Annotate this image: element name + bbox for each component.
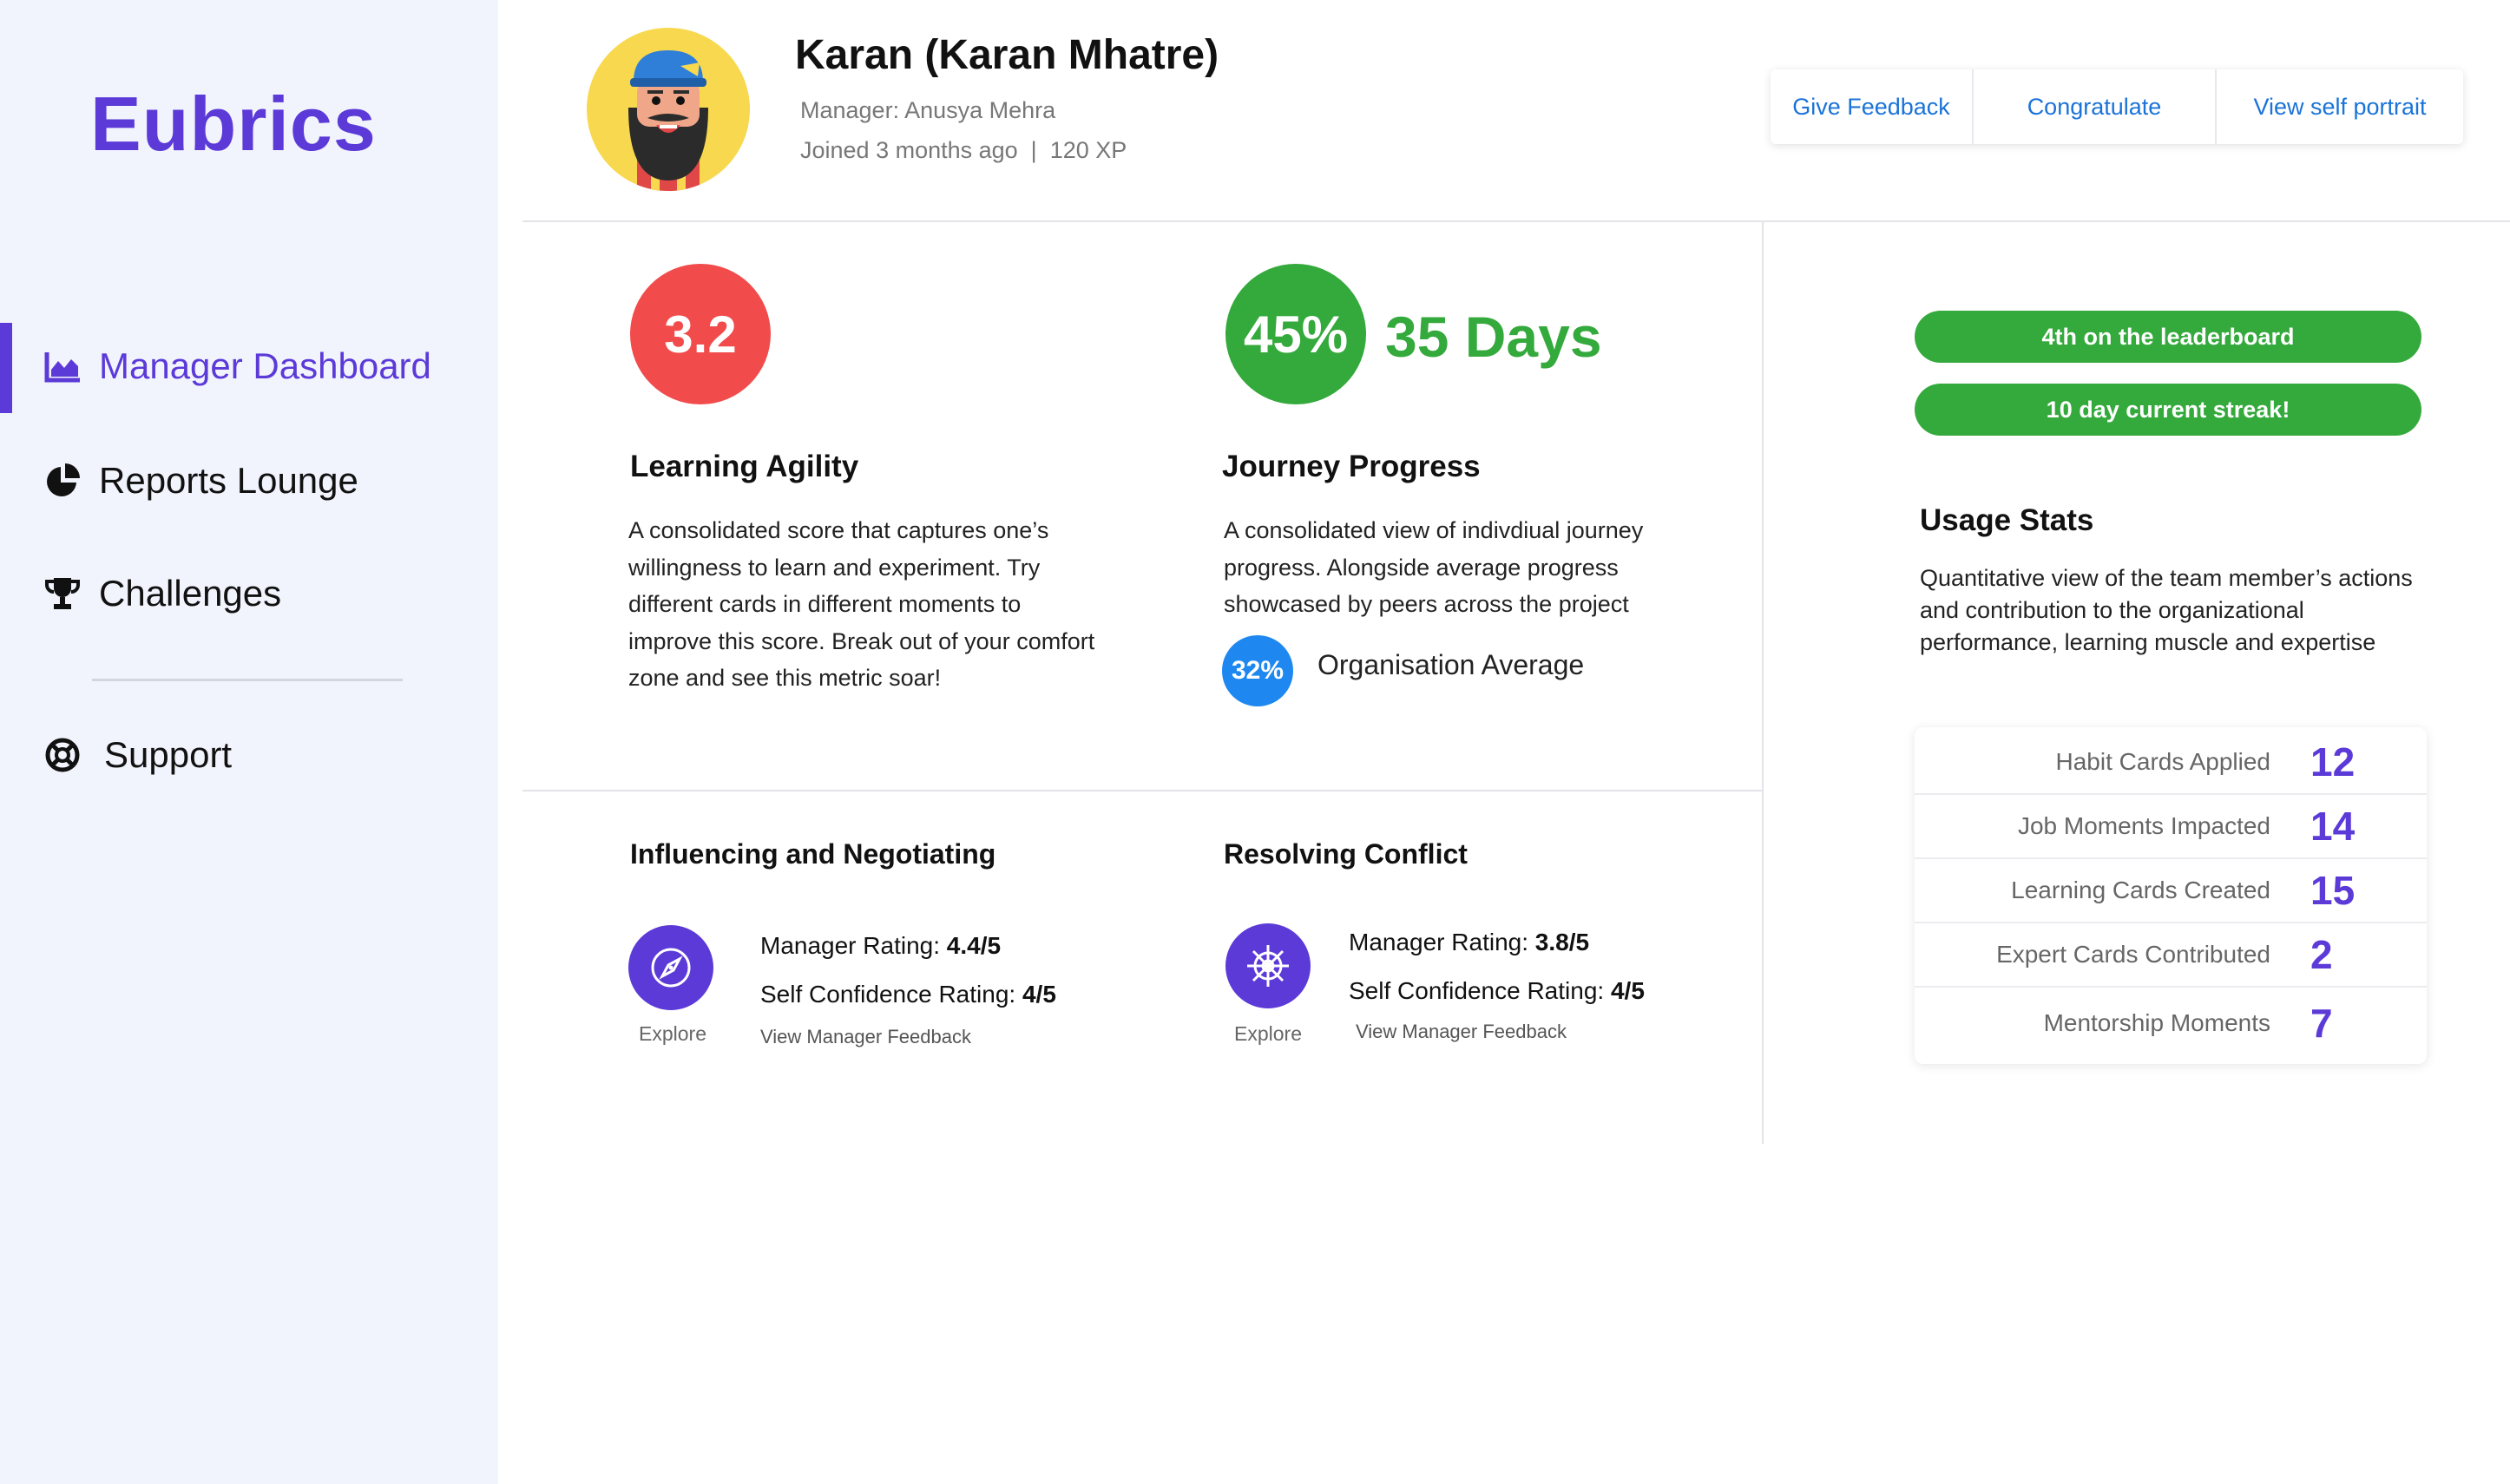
stat-value: 7 (2310, 1001, 2333, 1046)
stat-value: 2 (2310, 932, 2333, 977)
journey-progress-description: A consolidated view of indivdiual journe… (1224, 517, 1644, 617)
usage-stats-title: Usage Stats (1920, 503, 2094, 537)
sidebar-item-label: Reports Lounge (99, 460, 358, 501)
sidebar-divider (92, 679, 403, 681)
learning-agility-description: A consolidated score that captures one’s… (628, 517, 1095, 691)
joined-xp: Joined 3 months ago | 120 XP (800, 137, 1127, 163)
view-manager-feedback-link[interactable]: View Manager Feedback (1356, 1021, 1567, 1043)
org-average-percent: 32% (1222, 635, 1293, 706)
journey-progress-percent: 45% (1225, 264, 1366, 404)
sidebar-item-support[interactable]: Support (42, 729, 232, 781)
sidebar-item-reports-lounge[interactable]: Reports Lounge (42, 455, 358, 507)
view-manager-feedback-link[interactable]: View Manager Feedback (760, 1026, 971, 1048)
journey-days: 35 Days (1385, 305, 1602, 369)
usage-stats-description: Quantitative view of the team member’s a… (1920, 565, 2413, 655)
learning-agility-title: Learning Agility (630, 450, 859, 483)
ship-wheel-icon[interactable] (1225, 923, 1311, 1008)
column-divider (1762, 222, 1764, 1144)
self-confidence-rating: Self Confidence Rating: 4/5 (760, 981, 1056, 1008)
stat-label: Learning Cards Created (2011, 877, 2270, 903)
org-average-label: Organisation Average (1317, 649, 1585, 680)
profile-actions: Give Feedback Congratulate View self por… (1771, 69, 2463, 144)
manager-rating: Manager Rating: 4.4/5 (760, 932, 1002, 959)
pie-chart-icon (42, 460, 83, 502)
leaderboard-badge: 4th on the leaderboard (1915, 311, 2421, 363)
section-divider (522, 790, 1762, 791)
streak-badge: 10 day current streak! (1915, 384, 2421, 436)
sidebar-item-label: Challenges (99, 573, 282, 614)
avatar (587, 28, 750, 191)
stat-row: Expert Cards Contributed 2 (1915, 923, 2427, 988)
stat-label: Expert Cards Contributed (1996, 941, 2270, 968)
explore-link[interactable]: Explore (1216, 1022, 1320, 1046)
stat-label: Job Moments Impacted (2017, 812, 2270, 839)
sidebar: Eubrics Manager Dashboard Reports Lounge (0, 0, 498, 1484)
sidebar-item-challenges[interactable]: Challenges (42, 568, 281, 620)
app-logo[interactable]: Eubrics (90, 80, 377, 168)
sidebar-item-label: Manager Dashboard (99, 345, 431, 386)
skill-title: Influencing and Negotiating (630, 838, 996, 870)
stat-row: Learning Cards Created 15 (1915, 859, 2427, 923)
explore-link[interactable]: Explore (621, 1022, 725, 1046)
usage-stats-table: Habit Cards Applied 12 Job Moments Impac… (1915, 727, 2427, 1064)
active-nav-indicator (0, 323, 12, 413)
trophy-icon (42, 573, 83, 614)
stat-value: 14 (2310, 804, 2356, 849)
self-confidence-rating: Self Confidence Rating: 4/5 (1349, 977, 1645, 1004)
manager-rating: Manager Rating: 3.8/5 (1349, 929, 1590, 955)
user-name: Karan (Karan Mhatre) (795, 32, 1219, 78)
give-feedback-button[interactable]: Give Feedback (1771, 69, 1974, 144)
skill-title: Resolving Conflict (1224, 838, 1468, 870)
sidebar-item-manager-dashboard[interactable]: Manager Dashboard (42, 340, 431, 392)
header-divider (522, 220, 2510, 222)
stat-value: 12 (2310, 739, 2356, 785)
learning-agility-score: 3.2 (630, 264, 771, 404)
compass-icon[interactable] (628, 925, 713, 1010)
stat-label: Mentorship Moments (2043, 1009, 2270, 1036)
stat-row: Mentorship Moments 7 (1915, 991, 2427, 1055)
lifebuoy-icon (42, 734, 83, 776)
area-chart-icon (42, 345, 83, 387)
stat-value: 15 (2310, 868, 2356, 913)
stat-label: Habit Cards Applied (2055, 748, 2270, 775)
journey-progress-title: Journey Progress (1222, 450, 1481, 483)
sidebar-item-label: Support (104, 734, 233, 775)
stat-row: Habit Cards Applied 12 (1915, 731, 2427, 795)
view-self-portrait-button[interactable]: View self portrait (2217, 69, 2463, 144)
stat-row: Job Moments Impacted 14 (1915, 795, 2427, 859)
manager-name: Manager: Anusya Mehra (800, 97, 1056, 123)
congratulate-button[interactable]: Congratulate (1974, 69, 2217, 144)
